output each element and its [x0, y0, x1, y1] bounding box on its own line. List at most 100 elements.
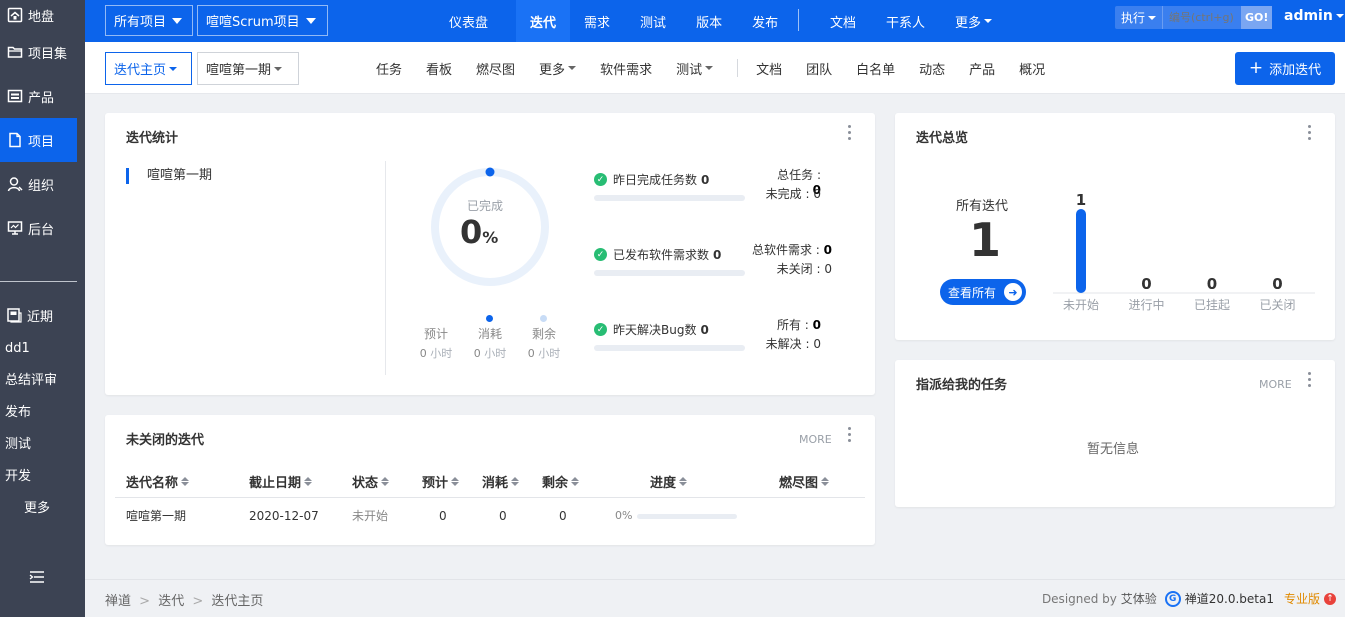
upgrade-icon[interactable]: ↑: [1324, 592, 1336, 605]
stat-right-value: 0: [824, 262, 832, 276]
cell-left: 0: [559, 508, 567, 523]
subnav-burn[interactable]: 燃尽图: [476, 59, 515, 78]
legend-label: 消耗: [477, 327, 502, 341]
recent-header[interactable]: 近期: [6, 306, 53, 325]
nav-more[interactable]: 更多: [955, 0, 993, 42]
sidebar-item-admin[interactable]: 后台: [0, 206, 85, 250]
folder-icon: [6, 43, 24, 61]
nav-release[interactable]: 发布: [752, 0, 778, 42]
sidebar-item-label: 项目集: [28, 46, 68, 62]
subnav-doc[interactable]: 文档: [756, 59, 782, 78]
search-input[interactable]: [1163, 6, 1242, 29]
more-options-icon[interactable]: [848, 427, 852, 445]
sort-icon: [511, 477, 520, 486]
recent-item[interactable]: 发布: [5, 404, 57, 436]
breadcrumb-item[interactable]: 迭代: [158, 594, 184, 609]
subnav-kanban[interactable]: 看板: [426, 59, 452, 78]
execution-home-dropdown[interactable]: 迭代主页: [105, 52, 192, 85]
sidebar-item-programs[interactable]: 项目集: [0, 30, 85, 74]
chevron-down-icon: [568, 66, 577, 70]
subnav-story[interactable]: 软件需求: [600, 59, 652, 78]
nav-execution[interactable]: 迭代: [516, 0, 571, 42]
execution-stats-panel: 迭代统计 喧喧第一期 已完成 0% 预计 0 小时 消耗 0 小时 剩余 0 小…: [105, 113, 875, 395]
col-left[interactable]: 剩余: [542, 465, 580, 498]
add-execution-label: 添加迭代: [1269, 63, 1322, 78]
progress-bar: [637, 514, 737, 519]
sidebar-item-product[interactable]: 产品: [0, 74, 85, 118]
subnav-team[interactable]: 团队: [806, 59, 832, 78]
chevron-down-icon: [1335, 14, 1344, 18]
subnav-product[interactable]: 产品: [969, 59, 995, 78]
nav-test[interactable]: 测试: [640, 0, 666, 42]
chevron-down-icon: [305, 17, 316, 24]
collapse-menu-icon[interactable]: [29, 570, 45, 588]
col-consumed[interactable]: 消耗: [482, 465, 520, 498]
view-all-button[interactable]: 查看所有 ➜: [940, 279, 1026, 305]
execution-select-dropdown[interactable]: 喧喧第一期: [197, 52, 299, 85]
col-end[interactable]: 截止日期: [249, 465, 313, 498]
col-label: 剩余: [542, 476, 569, 491]
recent-list: dd1 总结评审 发布 测试 开发: [5, 340, 57, 500]
chevron-down-icon: [169, 66, 178, 71]
sort-icon: [451, 477, 460, 486]
current-project-label: 喧喧Scrum项目: [206, 15, 300, 30]
add-execution-button[interactable]: + 添加迭代: [1235, 52, 1335, 85]
panel-title: 未关闭的迭代: [126, 433, 205, 448]
more-link[interactable]: MORE: [1259, 378, 1292, 391]
subnav-dynamic[interactable]: 动态: [919, 59, 945, 78]
subnav-divider: [737, 59, 739, 77]
cell-name[interactable]: 喧喧第一期: [126, 499, 186, 532]
chevron-down-icon: [274, 66, 283, 71]
left-dot: [540, 315, 547, 322]
recent-item[interactable]: dd1: [5, 340, 57, 372]
sidebar-item-org[interactable]: 组织: [0, 162, 85, 206]
chart-data-label: 0: [1272, 275, 1282, 293]
col-label: 燃尽图: [779, 476, 819, 491]
col-estimate[interactable]: 预计: [422, 465, 460, 498]
nav-doc[interactable]: 文档: [830, 0, 856, 42]
recent-more-link[interactable]: 更多: [24, 497, 50, 516]
search-type-select[interactable]: 执行: [1115, 6, 1164, 29]
breadcrumb-item[interactable]: 禅道: [105, 594, 131, 609]
stat-right-value: 0: [812, 318, 821, 332]
more-options-icon[interactable]: [1308, 125, 1312, 143]
cell-estimate: 0: [439, 508, 447, 523]
subnav-more[interactable]: 更多: [539, 59, 577, 78]
table-row: 喧喧第一期 2020-12-07 未开始 0 0 0 0%: [115, 499, 865, 532]
current-project-dropdown[interactable]: 喧喧Scrum项目: [197, 5, 328, 36]
search-go-button[interactable]: GO!: [1241, 6, 1273, 29]
recent-item[interactable]: 总结评审: [5, 372, 57, 404]
recent-item[interactable]: 测试: [5, 436, 57, 468]
cell-status: 未开始: [352, 509, 389, 523]
col-label: 迭代名称: [126, 476, 179, 491]
more-link[interactable]: MORE: [799, 433, 832, 446]
col-name[interactable]: 迭代名称: [126, 465, 190, 498]
chevron-down-icon: [984, 19, 993, 23]
col-status[interactable]: 状态: [352, 465, 390, 498]
nav-stakeholder[interactable]: 干系人: [886, 0, 925, 42]
main-nav: 仪表盘 迭代 需求 测试 版本 发布: [449, 0, 778, 42]
more-options-icon[interactable]: [1308, 372, 1312, 390]
legend-estimate: 预计 0 小时: [411, 325, 461, 361]
user-menu[interactable]: admin: [1284, 8, 1344, 24]
subnav-task[interactable]: 任务: [376, 59, 402, 78]
subnav-view[interactable]: 概况: [1019, 59, 1045, 78]
recent-item[interactable]: 开发: [5, 468, 57, 500]
nav-story[interactable]: 需求: [584, 0, 610, 42]
nav-build[interactable]: 版本: [696, 0, 722, 42]
version-label[interactable]: 禅道20.0.beta1: [1185, 590, 1274, 607]
sidebar: 地盘 项目集 产品 项目 组织 后台 近期 dd1 总结评审 发布 测试 开发 …: [0, 0, 85, 617]
nav-dashboard[interactable]: 仪表盘: [449, 0, 488, 42]
project-select-label: 所有项目: [114, 15, 167, 30]
subnav-whitelist[interactable]: 白名单: [856, 59, 895, 78]
more-options-icon[interactable]: [848, 125, 852, 143]
edition-label[interactable]: 专业版: [1284, 590, 1320, 607]
execution-list-item[interactable]: 喧喧第一期: [126, 168, 212, 184]
project-select-dropdown[interactable]: 所有项目: [105, 5, 193, 36]
col-progress[interactable]: 进度: [650, 465, 688, 498]
col-burn[interactable]: 燃尽图: [779, 465, 830, 498]
stat-right-label: 未关闭: [776, 262, 813, 276]
sidebar-item-home[interactable]: 地盘: [0, 0, 85, 30]
subnav-test[interactable]: 测试: [676, 59, 714, 78]
sidebar-item-project[interactable]: 项目: [0, 118, 77, 162]
